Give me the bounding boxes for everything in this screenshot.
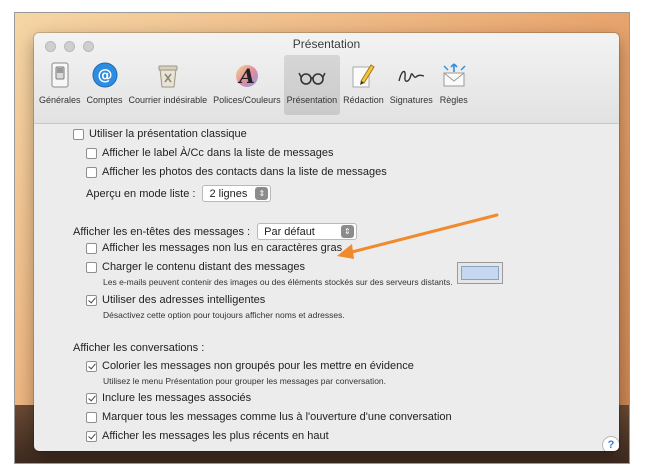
- font-color-icon: A: [232, 60, 262, 90]
- svg-text:A: A: [237, 64, 255, 88]
- preferences-toolbar: Générales @ Comptes Courrier indésirable: [34, 55, 619, 119]
- tab-label: Comptes: [86, 95, 123, 105]
- checkbox[interactable]: [86, 430, 97, 442]
- preview-lines-row: Aperçu en mode liste : 2 lignes ⇕: [86, 185, 272, 202]
- option-unread-bold[interactable]: Afficher les messages non lus en caractè…: [86, 242, 342, 254]
- option-label: Inclure les messages associés: [102, 392, 252, 404]
- smart-addresses-hint: Désactivez cette option pour toujours af…: [103, 310, 345, 320]
- select-value: 2 lignes: [209, 187, 248, 200]
- trash-bin-icon: [153, 60, 183, 90]
- preview-label: Aperçu en mode liste :: [86, 187, 196, 200]
- preferences-window: Présentation Générales @ Comptes Courrie…: [34, 33, 619, 451]
- option-recent-top[interactable]: Afficher les messages les plus récents e…: [86, 430, 329, 442]
- checkbox[interactable]: [86, 147, 97, 159]
- option-include-related[interactable]: Inclure les messages associés: [86, 392, 251, 404]
- checkbox[interactable]: [86, 392, 97, 404]
- select-value: Par défaut: [264, 225, 315, 238]
- chevron-updown-icon: ⇕: [255, 187, 269, 200]
- tab-redaction[interactable]: Rédaction: [340, 55, 387, 115]
- chevron-updown-icon: ⇕: [340, 225, 354, 238]
- tab-label: Rédaction: [343, 95, 384, 105]
- tab-label: Présentation: [286, 95, 338, 105]
- option-show-to-cc[interactable]: Afficher le label À/Cc dans la liste de …: [86, 147, 334, 159]
- help-button[interactable]: ?: [602, 436, 619, 451]
- option-classic-layout[interactable]: Utiliser la présentation classique: [73, 128, 247, 140]
- option-load-remote[interactable]: Charger le contenu distant des messages: [86, 261, 305, 273]
- tab-label: Courrier indésirable: [128, 95, 208, 105]
- at-sign-icon: @: [90, 60, 120, 90]
- headers-row: Afficher les en-têtes des messages : Par…: [73, 223, 357, 240]
- signature-icon: [396, 60, 426, 90]
- conversations-heading: Afficher les conversations :: [73, 342, 204, 354]
- checkbox[interactable]: [86, 411, 97, 423]
- option-smart-addresses[interactable]: Utiliser des adresses intelligentes: [86, 294, 265, 306]
- presentation-settings: Utiliser la présentation classique Affic…: [34, 124, 619, 451]
- window-title: Présentation: [292, 37, 361, 51]
- option-label: Utiliser des adresses intelligentes: [102, 294, 266, 306]
- option-label: Afficher les photos des contacts dans la…: [102, 166, 387, 178]
- tab-label: Polices/Couleurs: [213, 95, 281, 105]
- checkbox[interactable]: [73, 128, 84, 140]
- preview-lines-select[interactable]: 2 lignes ⇕: [202, 185, 272, 202]
- svg-text:@: @: [97, 66, 112, 84]
- tab-generales[interactable]: Générales: [36, 55, 84, 115]
- tab-comptes[interactable]: @ Comptes: [84, 55, 126, 115]
- headers-select[interactable]: Par défaut ⇕: [257, 223, 357, 240]
- checkbox[interactable]: [86, 360, 97, 372]
- tab-label: Générales: [39, 95, 81, 105]
- option-label: Afficher les messages non lus en caractè…: [102, 242, 343, 254]
- conversations-label: Afficher les conversations :: [73, 342, 205, 354]
- color-ungrouped-hint: Utilisez le menu Présentation pour group…: [103, 376, 387, 386]
- checkbox[interactable]: [86, 294, 97, 306]
- option-show-contact-photos[interactable]: Afficher les photos des contacts dans la…: [86, 166, 387, 178]
- checkbox[interactable]: [86, 261, 97, 273]
- tab-label: Signatures: [389, 95, 433, 105]
- option-label: Afficher le label À/Cc dans la liste de …: [102, 147, 334, 159]
- glasses-icon: [297, 60, 327, 90]
- screenshot-frame: Présentation Générales @ Comptes Courrie…: [14, 12, 630, 464]
- checkbox[interactable]: [86, 166, 97, 178]
- envelope-arrows-icon: [439, 60, 469, 90]
- tab-regles[interactable]: Règles: [436, 55, 472, 115]
- option-mark-read[interactable]: Marquer tous les messages comme lus à l'…: [86, 411, 452, 423]
- tab-signatures[interactable]: Signatures: [387, 55, 436, 115]
- highlight-color-well[interactable]: [457, 262, 503, 284]
- option-label: Charger le contenu distant des messages: [102, 261, 306, 273]
- checkbox[interactable]: [86, 242, 97, 254]
- color-swatch: [461, 266, 499, 280]
- headers-label: Afficher les en-têtes des messages :: [73, 225, 251, 238]
- option-label: Afficher les messages les plus récents e…: [102, 430, 329, 442]
- tab-courrier-indesirable[interactable]: Courrier indésirable: [126, 55, 211, 115]
- option-label: Utiliser la présentation classique: [89, 128, 247, 140]
- tab-polices-couleurs[interactable]: A Polices/Couleurs: [210, 55, 284, 115]
- option-label: Colorier les messages non groupés pour l…: [102, 360, 414, 372]
- load-remote-hint: Les e-mails peuvent contenir des images …: [103, 277, 453, 287]
- pencil-icon: [348, 60, 378, 90]
- option-color-ungrouped[interactable]: Colorier les messages non groupés pour l…: [86, 360, 414, 372]
- tab-label: Règles: [439, 95, 468, 105]
- option-label: Marquer tous les messages comme lus à l'…: [102, 411, 452, 423]
- switch-icon: [45, 60, 75, 90]
- titlebar: Présentation Générales @ Comptes Courrie…: [34, 33, 619, 124]
- tab-presentation[interactable]: Présentation: [283, 55, 341, 115]
